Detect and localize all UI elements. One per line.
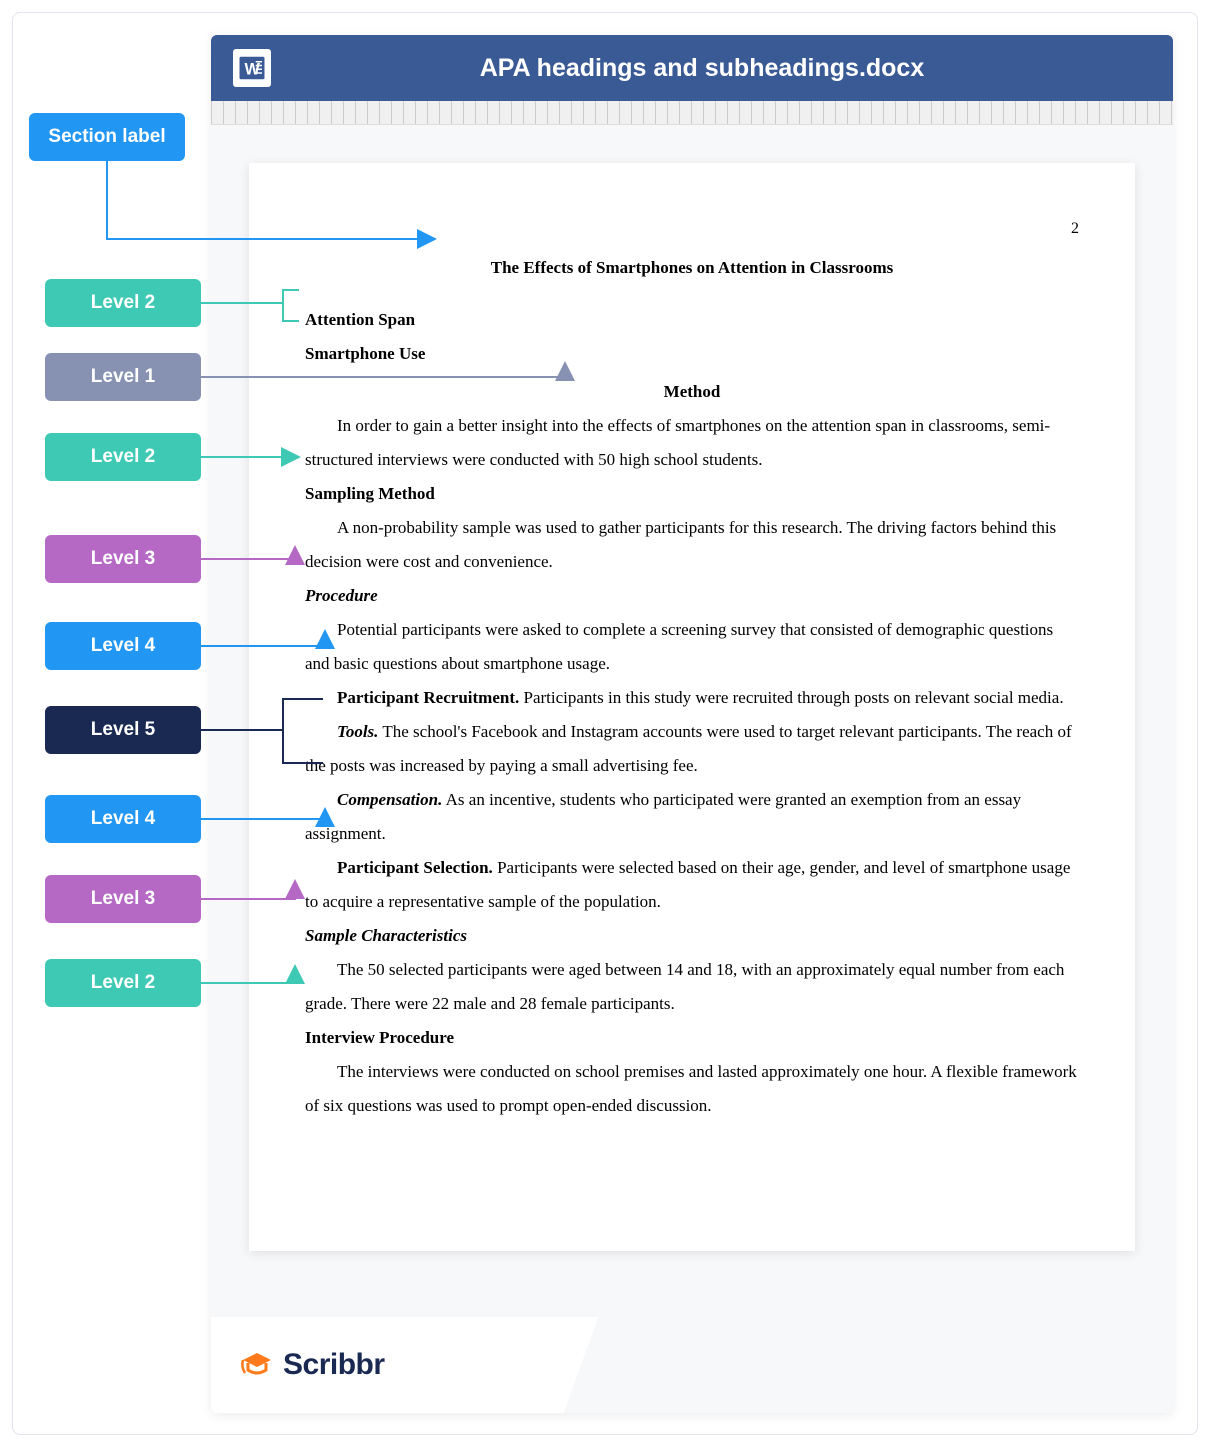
method-paragraph: In order to gain a better insight into t… (305, 409, 1079, 477)
level4-heading-selection: Participant Selection. (337, 858, 493, 877)
titlebar: W APA headings and subheadings.docx (211, 35, 1173, 101)
tools-text: The school's Facebook and Instagram acco… (305, 722, 1072, 775)
level1-heading-method: Method (305, 375, 1079, 409)
level4-heading-recruitment: Participant Recruitment. (337, 688, 519, 707)
callout-section-label: Section label (29, 113, 185, 161)
level5-heading-compensation: Compensation. (337, 790, 442, 809)
procedure-paragraph: Potential participants were asked to com… (305, 613, 1079, 681)
page-number: 2 (305, 213, 1079, 245)
word-icon: W (233, 49, 271, 87)
sampling-paragraph: A non-probability sample was used to gat… (305, 511, 1079, 579)
scribbr-logo: Scribbr (239, 1347, 385, 1383)
callout-level1: Level 1 (45, 353, 201, 401)
level2-heading-sampling: Sampling Method (305, 477, 1079, 511)
interview-paragraph: The interviews were conducted on school … (305, 1055, 1079, 1123)
callout-level4-a: Level 4 (45, 622, 201, 670)
document-filename: APA headings and subheadings.docx (291, 54, 1173, 83)
level3-heading-sample-char: Sample Characteristics (305, 919, 1079, 953)
document-page: 2 The Effects of Smartphones on Attentio… (249, 163, 1135, 1251)
callout-level4-b: Level 4 (45, 795, 201, 843)
grad-cap-icon (239, 1347, 275, 1383)
level4-recruitment-line: Participant Recruitment. Participants in… (305, 681, 1079, 715)
callout-level3-a: Level 3 (45, 535, 201, 583)
level5-tools-line: Tools. The school's Facebook and Instagr… (305, 715, 1079, 783)
level2-heading-attention: Attention Span (305, 303, 1079, 337)
brand-footer: Scribbr (211, 1317, 551, 1413)
level4-selection-line: Participant Selection. Participants were… (305, 851, 1079, 919)
callout-level5: Level 5 (45, 706, 201, 754)
sample-char-paragraph: The 50 selected participants were aged b… (305, 953, 1079, 1021)
level5-compensation-line: Compensation. As an incentive, students … (305, 783, 1079, 851)
level5-heading-tools: Tools. (337, 722, 378, 741)
level3-heading-procedure: Procedure (305, 579, 1079, 613)
document-window: W APA headings and subheadings.docx 2 Th… (211, 35, 1173, 1413)
ruler (211, 101, 1173, 125)
recruitment-text: Participants in this study were recruite… (519, 688, 1063, 707)
callout-level2-c: Level 2 (45, 959, 201, 1007)
diagram-container: W APA headings and subheadings.docx 2 Th… (12, 12, 1198, 1435)
callout-level2-b: Level 2 (45, 433, 201, 481)
level2-heading-interview: Interview Procedure (305, 1021, 1079, 1055)
callout-level2-a: Level 2 (45, 279, 201, 327)
section-label-heading: The Effects of Smartphones on Attention … (305, 251, 1079, 285)
level2-heading-smartphone: Smartphone Use (305, 337, 1079, 371)
callout-level3-b: Level 3 (45, 875, 201, 923)
brand-name: Scribbr (283, 1348, 385, 1382)
